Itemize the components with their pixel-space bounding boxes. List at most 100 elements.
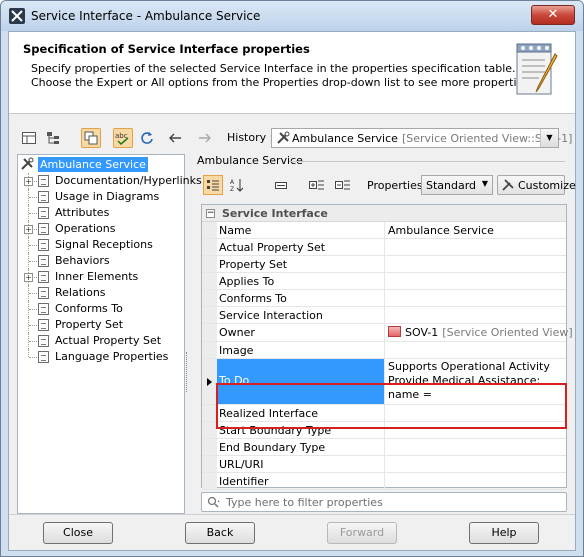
tree-item[interactable]: Usage in Diagrams [18, 189, 184, 205]
tree-item[interactable]: Conforms To [18, 301, 184, 317]
properties-toolbar: AZ Properties: Standard ▼ Customize [199, 174, 576, 196]
close-button[interactable]: Close [43, 522, 113, 544]
property-value[interactable] [386, 273, 566, 289]
property-row[interactable]: Name Ambulance Service [202, 222, 566, 239]
property-row[interactable]: URL/URI [202, 456, 566, 473]
back-button[interactable]: Back [185, 522, 255, 544]
tree-view-icon[interactable] [43, 128, 63, 148]
properties-mode-dropdown[interactable]: Standard ▼ [421, 175, 493, 195]
property-name: End Boundary Type [217, 439, 385, 455]
expand-node-icon[interactable]: + [24, 225, 33, 234]
property-row[interactable]: End Boundary Type [202, 439, 566, 456]
property-row[interactable]: Service Interaction [202, 307, 566, 324]
property-value[interactable] [386, 422, 566, 438]
tree-item-label: Usage in Diagrams [55, 190, 160, 203]
window-close-button[interactable]: ✕ [531, 5, 575, 25]
expand-all-icon[interactable] [307, 175, 327, 195]
property-row[interactable]: Owner SOV-1 [Service Oriented View] [202, 324, 573, 342]
description-area-icon[interactable] [271, 175, 291, 195]
property-row[interactable]: Image [202, 342, 566, 359]
expand-node-icon[interactable]: + [24, 273, 33, 282]
property-value[interactable] [386, 439, 566, 455]
property-row[interactable]: To Do Supports Operational Activity Provid… [202, 359, 566, 405]
row-gutter [202, 439, 217, 455]
forward-button: Forward [327, 522, 397, 544]
title-bar[interactable]: Service Interface - Ambulance Service ✕ [1, 1, 583, 31]
property-row[interactable]: Start Boundary Type [202, 422, 566, 439]
refresh-icon[interactable] [137, 128, 157, 148]
property-row[interactable]: Applies To [202, 273, 566, 290]
splitter-handle[interactable] [186, 352, 189, 392]
tree-item-label: Property Set [55, 318, 124, 331]
categorized-view-icon[interactable] [203, 175, 223, 195]
expand-node-icon[interactable]: + [24, 177, 33, 186]
tree-item[interactable]: Relations [18, 285, 184, 301]
property-value[interactable]: Ambulance Service [386, 222, 566, 238]
row-gutter [202, 307, 217, 323]
property-name: Image [217, 342, 385, 358]
tree-item[interactable]: Actual Property Set [18, 333, 184, 349]
svg-text:A: A [230, 179, 235, 186]
sort-alphabetically-icon[interactable]: AZ [227, 175, 247, 195]
customize-button[interactable]: Customize [497, 175, 576, 195]
property-row[interactable]: Actual Property Set [202, 239, 566, 256]
tree-item[interactable]: Language Properties [18, 349, 184, 365]
property-row[interactable]: Property Set [202, 256, 566, 273]
tree-item[interactable]: + Operations [18, 221, 184, 237]
tree-root-item[interactable]: Ambulance Service [20, 156, 148, 172]
tools-icon [502, 179, 514, 191]
tree-item-label: Signal Receptions [55, 238, 153, 251]
property-value[interactable] [386, 290, 566, 306]
property-name: To Do [217, 359, 385, 404]
property-value[interactable] [386, 342, 566, 358]
navigation-tree: Ambulance Service + Documentation/Hyperli… [17, 154, 202, 514]
tree-item[interactable]: + Inner Elements [18, 269, 184, 285]
tree-item-label: Relations [55, 286, 106, 299]
property-value[interactable] [386, 256, 566, 272]
filter-box[interactable] [201, 492, 567, 512]
panel-title: Ambulance Service [197, 154, 303, 167]
tree-item[interactable]: Signal Receptions [18, 237, 184, 253]
property-row[interactable]: Realized Interface [202, 405, 566, 422]
tree-item[interactable]: + Documentation/Hyperlinks [18, 173, 202, 189]
filter-input[interactable] [226, 494, 556, 510]
main-toolbar: abc History : Ambulance Service [Service … [19, 128, 572, 150]
tree-item[interactable]: Property Set [18, 317, 184, 333]
property-group-header[interactable]: − Service Interface [202, 205, 566, 222]
tree-root-label: Ambulance Service [38, 156, 148, 172]
tree-item[interactable]: Attributes [18, 205, 184, 221]
property-value[interactable]: SOV-1 [Service Oriented View] [386, 324, 573, 341]
history-value: Ambulance Service [292, 131, 398, 145]
property-value[interactable]: Supports Operational Activity Provide Med… [386, 359, 566, 404]
page-icon [38, 191, 49, 203]
page-icon [38, 335, 49, 347]
row-gutter [202, 359, 217, 404]
header-description-line-1: Specify properties of the selected Servi… [31, 62, 516, 75]
property-row[interactable]: Identifier [202, 473, 566, 490]
header-panel: Specification of Service Interface prope… [9, 32, 575, 114]
row-gutter [202, 473, 217, 489]
tree-item-label: Behaviors [55, 254, 110, 267]
property-value-line: Provide Medical Assistance: [388, 374, 541, 387]
property-value[interactable] [386, 307, 566, 323]
search-icon [207, 496, 221, 508]
tree-item[interactable]: Behaviors [18, 253, 184, 269]
property-row[interactable]: Conforms To [202, 290, 566, 307]
collapse-all-icon[interactable] [333, 175, 353, 195]
header-title: Specification of Service Interface prope… [23, 42, 310, 56]
property-value[interactable] [386, 456, 566, 472]
chevron-down-icon[interactable]: ▼ [540, 129, 558, 147]
property-value[interactable] [386, 405, 566, 421]
spelling-check-icon[interactable]: abc [113, 128, 133, 148]
property-value[interactable] [386, 239, 566, 255]
specification-document-icon [511, 42, 561, 100]
property-name: Actual Property Set [217, 239, 385, 255]
tree-item-label: Conforms To [55, 302, 123, 315]
table-view-icon[interactable] [19, 128, 39, 148]
copy-properties-icon[interactable] [81, 128, 101, 148]
collapse-group-icon[interactable]: − [206, 209, 215, 218]
property-value[interactable] [386, 473, 566, 489]
history-dropdown[interactable]: Ambulance Service [Service Oriented View:… [271, 128, 572, 148]
help-button[interactable]: Help [469, 522, 539, 544]
back-arrow-icon[interactable] [165, 128, 185, 148]
